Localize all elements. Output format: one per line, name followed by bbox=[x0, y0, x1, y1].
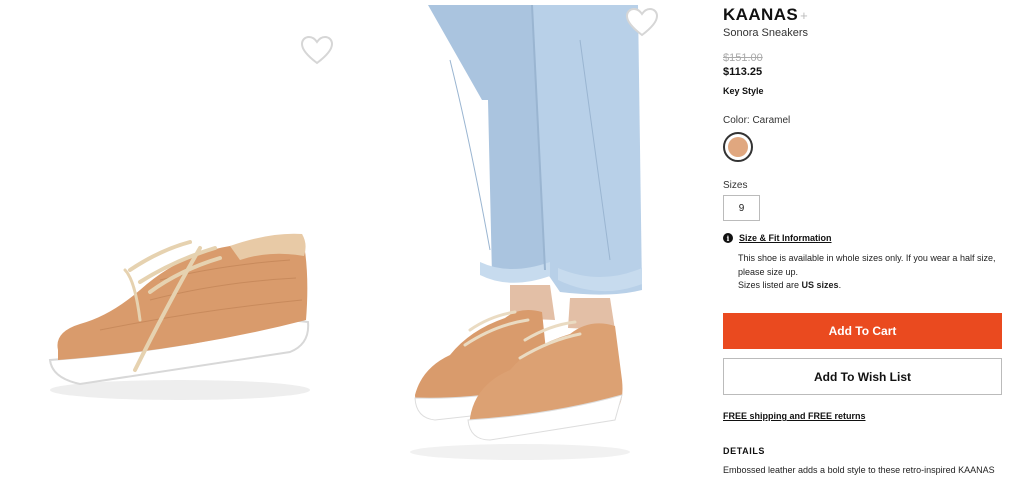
sizes-label: Sizes bbox=[723, 180, 748, 191]
brand-name[interactable]: KAANAS bbox=[723, 5, 798, 25]
add-to-wishlist-button[interactable]: Add To Wish List bbox=[723, 358, 1002, 395]
model-wearing-sneakers-image[interactable] bbox=[410, 0, 650, 483]
add-to-cart-button[interactable]: Add To Cart bbox=[723, 313, 1002, 349]
color-swatch-fill bbox=[728, 137, 748, 157]
size-units-prefix: Sizes listed are bbox=[738, 280, 802, 290]
product-gallery bbox=[0, 0, 700, 483]
size-units-suffix: . bbox=[838, 280, 842, 290]
size-fit-link[interactable]: Size & Fit Information bbox=[739, 233, 832, 243]
details-heading: DETAILS bbox=[723, 446, 766, 456]
key-style-badge: Key Style bbox=[723, 86, 764, 96]
product-name: Sonora Sneakers bbox=[723, 27, 808, 39]
original-price: $151.00 bbox=[723, 52, 763, 64]
color-label: Color: Caramel bbox=[723, 115, 791, 126]
color-swatch-caramel[interactable] bbox=[723, 132, 753, 162]
size-fit-row: i Size & Fit Information bbox=[723, 233, 832, 243]
size-option-9[interactable]: 9 bbox=[723, 195, 760, 221]
favorite-heart-icon[interactable] bbox=[300, 36, 334, 66]
size-fit-note: This shoe is available in whole sizes on… bbox=[738, 253, 996, 277]
sneaker-side-view-image[interactable] bbox=[40, 220, 320, 405]
size-units-bold: US sizes bbox=[801, 280, 839, 290]
free-shipping-link[interactable]: FREE shipping and FREE returns bbox=[723, 411, 866, 421]
sale-price: $113.25 bbox=[723, 66, 763, 78]
info-icon: i bbox=[723, 233, 733, 243]
favorite-heart-icon[interactable] bbox=[625, 8, 659, 38]
size-units-note: Sizes listed are US sizes. bbox=[738, 280, 841, 290]
brand-row: KAANAS + bbox=[723, 5, 808, 25]
product-info-panel: KAANAS + Sonora Sneakers $151.00 $113.25… bbox=[723, 0, 1013, 483]
follow-brand-plus-icon[interactable]: + bbox=[800, 8, 808, 23]
details-text: Embossed leather adds a bold style to th… bbox=[723, 465, 995, 475]
